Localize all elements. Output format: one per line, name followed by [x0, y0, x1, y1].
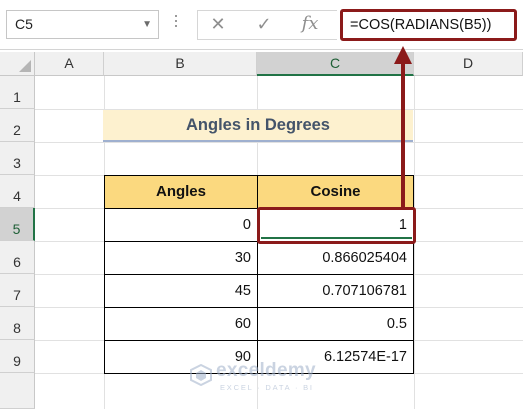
header-cosine[interactable]: Cosine: [257, 175, 414, 209]
drag-handle-icon[interactable]: [175, 15, 178, 35]
enter-icon[interactable]: ✓: [246, 10, 282, 39]
cell-angle[interactable]: 30: [104, 241, 258, 275]
watermark-tagline: EXCEL · DATA · BI: [220, 383, 314, 392]
cancel-icon[interactable]: ✕: [200, 10, 236, 39]
row-header-5[interactable]: 5: [0, 208, 35, 241]
column-header-d[interactable]: D: [414, 52, 523, 76]
chevron-down-icon[interactable]: ▼: [142, 11, 152, 38]
annotation-arrow: [401, 60, 405, 208]
header-angles[interactable]: Angles: [104, 175, 258, 209]
row-header-2[interactable]: 2: [0, 109, 35, 142]
cell-angle[interactable]: 45: [104, 274, 258, 308]
row-header-6[interactable]: 6: [0, 241, 35, 274]
name-box[interactable]: C5 ▼: [6, 10, 159, 39]
cell-cosine[interactable]: 0.707106781: [257, 274, 414, 308]
column-header-c[interactable]: C: [257, 52, 414, 76]
watermark-name: exceldemy: [216, 360, 316, 381]
cell-angle[interactable]: 60: [104, 307, 258, 341]
row-header-8[interactable]: 8: [0, 307, 35, 340]
name-box-value: C5: [15, 16, 33, 32]
exceldemy-logo-icon: [190, 364, 212, 386]
cell-angle[interactable]: 0: [104, 208, 258, 242]
cell-cosine[interactable]: 0.5: [257, 307, 414, 341]
row-header-7[interactable]: 7: [0, 274, 35, 307]
column-header-a[interactable]: A: [35, 52, 104, 76]
gridline: [35, 142, 523, 143]
row-header-10[interactable]: [0, 373, 35, 409]
sheet-title: Angles in Degrees: [103, 110, 413, 142]
formula-input[interactable]: =COS(RADIANS(B5)): [340, 9, 517, 41]
row-header-1[interactable]: 1: [0, 76, 35, 109]
arrow-head-icon: [394, 46, 412, 64]
watermark: exceldemy EXCEL · DATA · BI: [190, 360, 360, 400]
select-all-corner[interactable]: [0, 52, 35, 76]
row-header-9[interactable]: 9: [0, 340, 35, 373]
insert-function-icon[interactable]: fx: [292, 10, 328, 39]
cell-cosine[interactable]: 0.866025404: [257, 241, 414, 275]
active-cell-highlight: [257, 207, 416, 244]
row-header-4[interactable]: 4: [0, 175, 35, 208]
column-header-b[interactable]: B: [104, 52, 257, 76]
row-header-3[interactable]: 3: [0, 142, 35, 175]
